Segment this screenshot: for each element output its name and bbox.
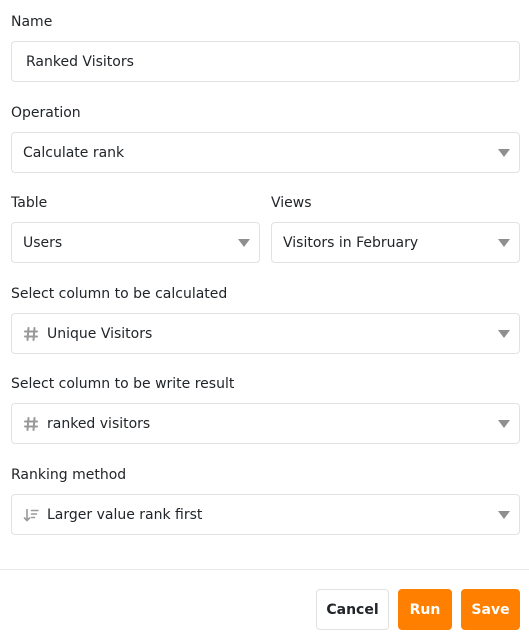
chevron-down-icon <box>498 420 510 428</box>
ranking-method-label: Ranking method <box>11 467 127 483</box>
name-input-value: Ranked Visitors <box>26 53 134 70</box>
calc-column-select-value: Unique Visitors <box>47 325 153 342</box>
footer-divider <box>0 569 529 570</box>
run-button[interactable]: Run <box>398 589 452 630</box>
number-column-icon <box>24 416 38 431</box>
operation-select-value: Calculate rank <box>23 144 125 161</box>
chevron-down-icon <box>498 330 510 338</box>
name-input[interactable]: Ranked Visitors <box>11 41 520 82</box>
save-button[interactable]: Save <box>461 589 520 630</box>
calc-column-label: Select column to be calculated <box>11 286 228 302</box>
ranking-method-select-value: Larger value rank first <box>47 506 203 523</box>
table-label: Table <box>11 195 48 211</box>
chevron-down-icon <box>498 239 510 247</box>
chevron-down-icon <box>238 239 250 247</box>
number-column-icon <box>24 326 38 341</box>
table-select[interactable]: Users <box>11 222 260 263</box>
table-select-value: Users <box>23 234 63 251</box>
ranking-method-select[interactable]: Larger value rank first <box>11 494 520 535</box>
result-column-select-value: ranked visitors <box>47 415 151 432</box>
views-select-value: Visitors in February <box>283 234 419 251</box>
chevron-down-icon <box>498 149 510 157</box>
cancel-button[interactable]: Cancel <box>316 589 389 630</box>
chevron-down-icon <box>498 511 510 519</box>
calc-column-select[interactable]: Unique Visitors <box>11 313 520 354</box>
result-column-select[interactable]: ranked visitors <box>11 403 520 444</box>
name-label: Name <box>11 14 53 30</box>
sort-descending-icon <box>23 508 39 522</box>
operation-select[interactable]: Calculate rank <box>11 132 520 173</box>
views-label: Views <box>271 195 312 211</box>
operation-label: Operation <box>11 105 81 121</box>
result-column-label: Select column to be write result <box>11 376 235 392</box>
views-select[interactable]: Visitors in February <box>271 222 520 263</box>
